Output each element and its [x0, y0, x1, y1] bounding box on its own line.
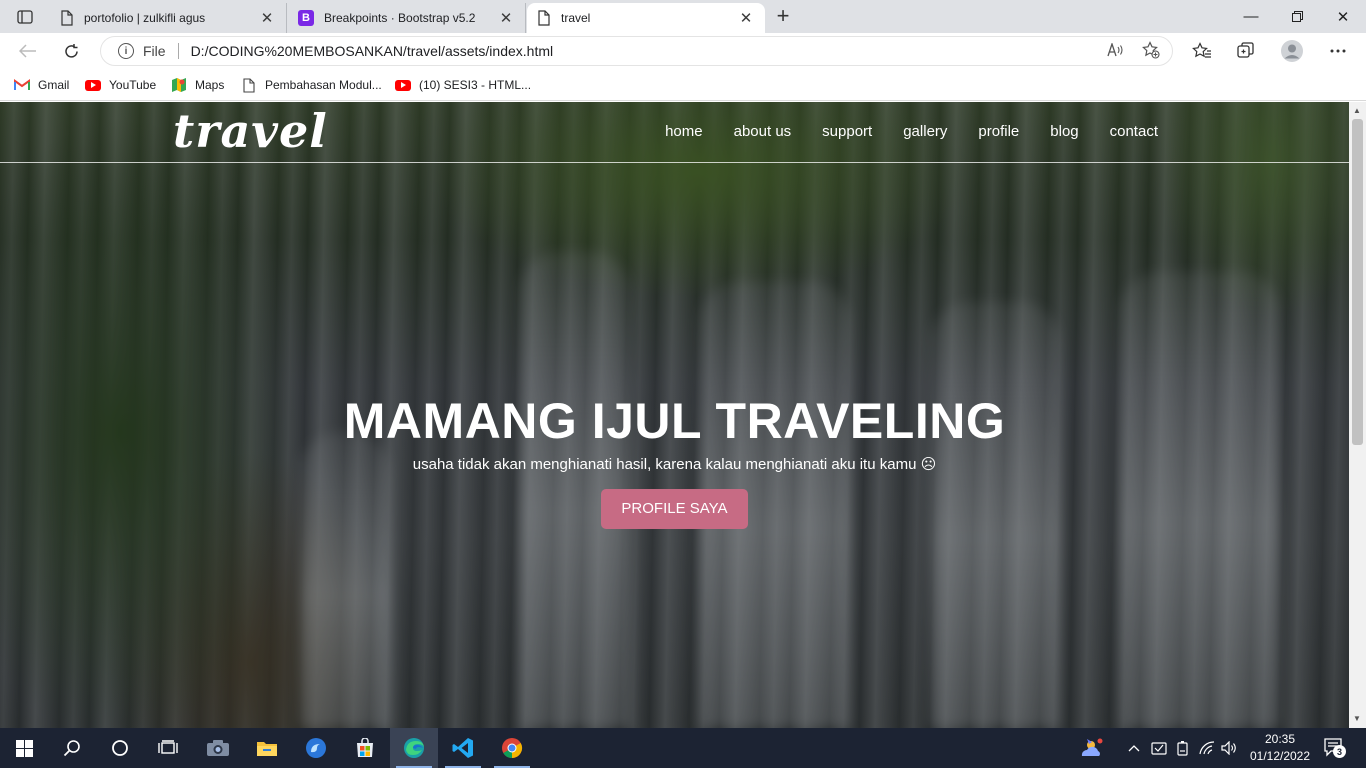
- close-tab-icon[interactable]: ✕: [497, 9, 515, 27]
- tab-portofolio[interactable]: portofolio | zulkifli agus ✕: [50, 3, 287, 33]
- battery-icon[interactable]: [1172, 738, 1194, 758]
- nav-link-support[interactable]: support: [822, 123, 872, 140]
- gmail-icon: [14, 77, 30, 93]
- youtube-icon: [395, 77, 411, 93]
- nav-link-blog[interactable]: blog: [1050, 123, 1078, 140]
- close-window-icon[interactable]: ✕: [1320, 0, 1366, 33]
- hero-subtitle: usaha tidak akan menghianati hasil, kare…: [412, 456, 937, 473]
- task-view-icon[interactable]: [144, 728, 192, 768]
- clock-time: 20:35: [1264, 732, 1296, 746]
- collections-icon[interactable]: [1232, 37, 1260, 65]
- bookmark-pembahasan[interactable]: Pembahasan Modul...: [241, 76, 382, 94]
- close-tab-icon[interactable]: ✕: [737, 9, 755, 27]
- nav-link-gallery[interactable]: gallery: [903, 123, 947, 140]
- nav-link-contact[interactable]: contact: [1110, 123, 1158, 140]
- more-menu-icon[interactable]: [1324, 37, 1352, 65]
- minimize-icon[interactable]: —: [1228, 0, 1274, 33]
- page-icon: [241, 77, 257, 93]
- bookmark-label: Maps: [195, 78, 225, 92]
- address-bar[interactable]: i File D:/CODING%20MEMBOSANKAN/travel/as…: [100, 36, 1173, 66]
- bookmark-label: Gmail: [38, 78, 70, 92]
- search-icon[interactable]: [48, 728, 96, 768]
- browser-toolbar: i File D:/CODING%20MEMBOSANKAN/travel/as…: [0, 33, 1366, 69]
- new-tab-icon[interactable]: +: [772, 3, 794, 28]
- tray-app-icon[interactable]: [1148, 738, 1170, 758]
- tab-title: portofolio | zulkifli agus: [84, 11, 206, 25]
- nav-menu: home about us support gallery profile bl…: [665, 123, 1158, 140]
- scrollbar-thumb[interactable]: [1352, 119, 1363, 445]
- youtube-icon: [85, 77, 101, 93]
- page-scrollbar[interactable]: ▲ ▼: [1349, 102, 1366, 728]
- back-icon[interactable]: [14, 37, 42, 65]
- system-clock[interactable]: 20:35 01/12/2022: [1240, 731, 1320, 765]
- page-icon: [538, 10, 550, 26]
- add-favorite-icon[interactable]: [1142, 41, 1160, 59]
- scroll-up-icon[interactable]: ▲: [1353, 106, 1361, 115]
- profile-button[interactable]: PROFILE SAYA: [601, 489, 748, 529]
- browser-app-icon[interactable]: [292, 728, 340, 768]
- bookmark-gmail[interactable]: Gmail: [14, 76, 69, 94]
- notification-count-badge: 3: [1333, 745, 1346, 758]
- start-icon[interactable]: [0, 728, 48, 768]
- profile-avatar-icon[interactable]: [1278, 37, 1306, 65]
- show-hidden-icons-icon[interactable]: [1124, 738, 1144, 758]
- bookmark-label: (10) SESI3 - HTML...: [419, 78, 532, 92]
- volume-icon[interactable]: [1218, 738, 1240, 758]
- camera-app-icon[interactable]: [194, 728, 242, 768]
- tab-title: travel: [561, 11, 591, 25]
- tab-title: Breakpoints · Bootstrap v5.2: [324, 11, 476, 25]
- divider: [177, 43, 179, 59]
- clock-date: 01/12/2022: [1249, 749, 1311, 763]
- bookmark-youtube[interactable]: YouTube: [85, 76, 156, 94]
- bookmark-label: YouTube: [109, 78, 157, 92]
- site-info-icon[interactable]: i: [118, 43, 134, 59]
- close-tab-icon[interactable]: ✕: [258, 9, 276, 27]
- hero-section: MAMANG IJUL TRAVELING usaha tidak akan m…: [0, 396, 1349, 529]
- tab-actions-icon[interactable]: [8, 4, 42, 30]
- maps-icon: [171, 77, 187, 93]
- vscode-icon[interactable]: [439, 728, 487, 768]
- notification-center-icon[interactable]: 3: [1322, 736, 1346, 760]
- page-viewport: travel home about us support gallery pro…: [0, 102, 1349, 728]
- file-explorer-icon[interactable]: [243, 728, 291, 768]
- protocol-label: File: [143, 43, 166, 59]
- tab-travel[interactable]: travel ✕: [527, 3, 765, 33]
- bookmark-maps[interactable]: Maps: [171, 76, 224, 94]
- favorites-icon[interactable]: [1188, 37, 1216, 65]
- bookmarks-bar: Gmail YouTube Maps Pembahasan Modul... (…: [0, 69, 1366, 101]
- nav-link-home[interactable]: home: [665, 123, 703, 140]
- site-logo[interactable]: travel: [173, 104, 328, 158]
- cortana-icon[interactable]: [96, 728, 144, 768]
- chrome-icon[interactable]: [488, 728, 536, 768]
- site-navbar: travel home about us support gallery pro…: [0, 102, 1349, 163]
- scroll-down-icon[interactable]: ▼: [1353, 714, 1361, 723]
- wifi-icon[interactable]: [1196, 738, 1218, 758]
- tab-strip: portofolio | zulkifli agus ✕ B Breakpoin…: [0, 0, 1366, 33]
- nav-link-about-us[interactable]: about us: [734, 123, 792, 140]
- windows-taskbar: 20:35 01/12/2022 3: [0, 728, 1366, 768]
- hero-title: MAMANG IJUL TRAVELING: [343, 393, 1006, 449]
- tab-bootstrap[interactable]: B Breakpoints · Bootstrap v5.2 ✕: [288, 3, 526, 33]
- page-icon: [61, 10, 73, 26]
- url-text[interactable]: D:/CODING%20MEMBOSANKAN/travel/assets/in…: [191, 43, 554, 59]
- read-aloud-icon[interactable]: [1106, 41, 1124, 59]
- bookmark-label: Pembahasan Modul...: [265, 78, 382, 92]
- bookmark-sesi3[interactable]: (10) SESI3 - HTML...: [395, 76, 531, 94]
- restore-icon[interactable]: [1274, 0, 1320, 33]
- edge-taskbar-icon[interactable]: [390, 728, 438, 768]
- refresh-icon[interactable]: [57, 37, 85, 65]
- nav-link-profile[interactable]: profile: [978, 123, 1019, 140]
- microsoft-store-icon[interactable]: [341, 728, 389, 768]
- weather-icon[interactable]: [1076, 738, 1106, 758]
- bootstrap-icon: B: [298, 10, 314, 26]
